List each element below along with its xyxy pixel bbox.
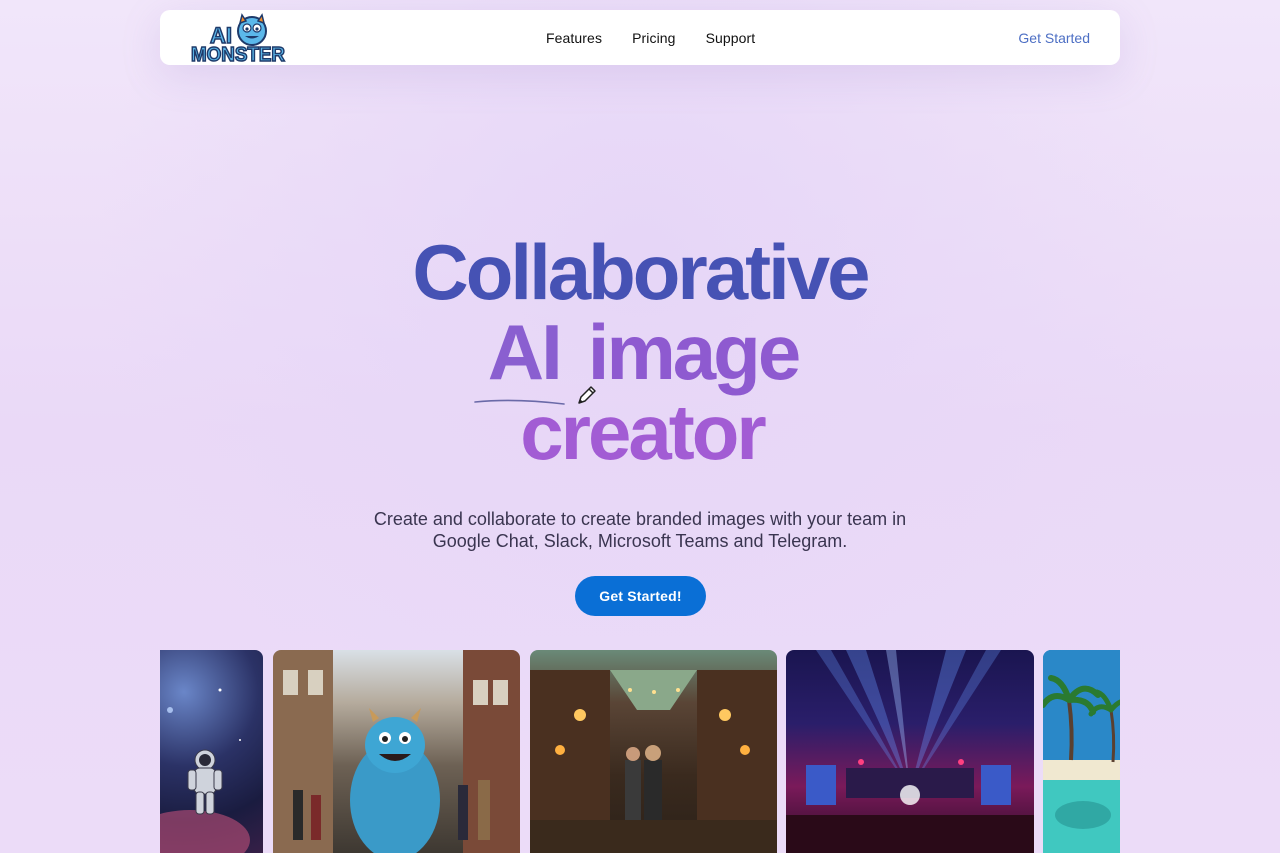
gallery-image-concert[interactable]	[786, 650, 1034, 853]
ai-monster-logo[interactable]: AI MONSTER	[190, 13, 286, 63]
hand-drawn-underline	[474, 399, 565, 405]
hero-subtitle-line1: Create and collaborate to create branded…	[373, 509, 907, 529]
gallery-image-monster-street[interactable]	[273, 650, 520, 853]
hero-title: Collaborative AI image creator	[0, 232, 1280, 472]
logo-text-monster: MONSTER	[191, 44, 286, 63]
pencil-icon	[578, 386, 596, 404]
hero-title-image: image	[587, 308, 801, 396]
nav-links: Features Pricing Support	[546, 10, 755, 65]
gallery-image-beach[interactable]	[1043, 650, 1120, 853]
nav-get-started-link[interactable]: Get Started	[1018, 10, 1090, 65]
hero-subtitle: Create and collaborate to create branded…	[0, 508, 1280, 552]
hero-title-line1: Collaborative	[412, 228, 870, 316]
gallery-image-market[interactable]	[530, 650, 777, 853]
gallery-image-astronaut[interactable]	[160, 650, 263, 853]
hero-subtitle-line2: Google Chat, Slack, Microsoft Teams and …	[432, 531, 848, 551]
nav-link-features[interactable]: Features	[546, 30, 602, 46]
nav-link-support[interactable]: Support	[706, 30, 756, 46]
hero-title-line3: creator	[520, 388, 766, 476]
image-gallery	[160, 650, 1120, 853]
nav-link-pricing[interactable]: Pricing	[632, 30, 676, 46]
hero-title-line2: AI image	[6, 312, 1280, 392]
navbar: AI MONSTER Features Pricing Support Get …	[160, 10, 1120, 65]
hero-title-ai: AI	[487, 308, 563, 396]
get-started-button[interactable]: Get Started!	[575, 576, 706, 616]
